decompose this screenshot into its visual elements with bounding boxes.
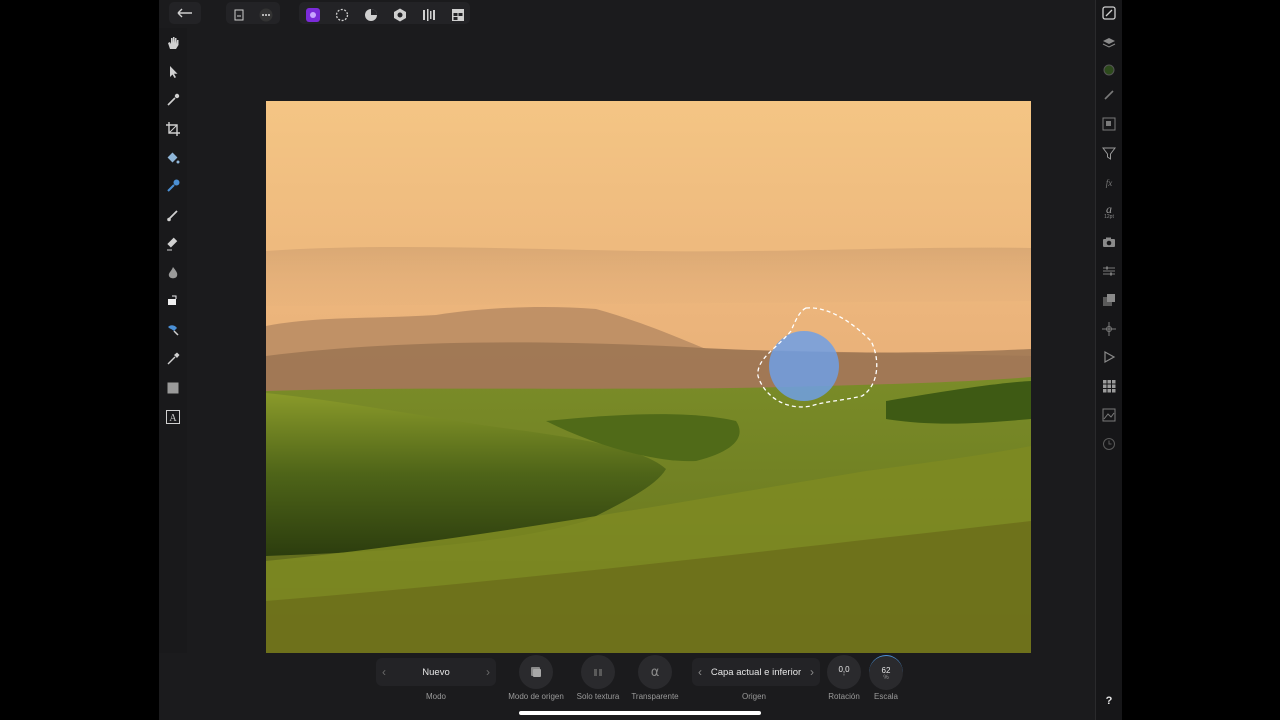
document-actions — [226, 2, 280, 24]
rectangle-icon[interactable] — [165, 380, 181, 396]
selection-brush-icon[interactable] — [165, 178, 181, 194]
hand-icon[interactable] — [165, 35, 181, 51]
export-persona-icon[interactable] — [418, 4, 440, 26]
layers-icon[interactable] — [1101, 35, 1117, 51]
rotation-label: Rotación — [828, 692, 860, 701]
channels-icon[interactable] — [1101, 292, 1117, 308]
color-picker-icon[interactable] — [165, 92, 181, 108]
mode-label: Modo — [425, 692, 446, 701]
navigator-icon[interactable] — [1101, 116, 1117, 132]
arrow-left-icon — [177, 8, 192, 18]
landscape-photo — [266, 101, 1031, 653]
healing-icon[interactable] — [165, 322, 181, 338]
scale-unit: % — [883, 674, 889, 681]
pen-icon[interactable] — [165, 351, 181, 367]
scale-value: 62 — [881, 665, 891, 675]
studio-panel: fx a 12pt ? — [1095, 0, 1122, 720]
help-button[interactable]: ? — [1101, 693, 1117, 709]
stock-icon[interactable] — [1101, 378, 1117, 394]
move-icon[interactable] — [165, 64, 181, 80]
origin-label: Origen — [741, 692, 766, 701]
chevron-right-icon[interactable]: › — [810, 665, 814, 679]
chevron-left-icon[interactable]: ‹ — [382, 665, 386, 679]
context-toolbar — [159, 653, 1095, 720]
color-icon[interactable] — [1101, 62, 1117, 78]
develop-persona-icon[interactable] — [360, 4, 382, 26]
paint-brush-icon[interactable] — [165, 207, 181, 223]
document-icon[interactable] — [228, 4, 250, 26]
burn-icon[interactable] — [165, 265, 181, 281]
origin-mode-button[interactable] — [519, 655, 553, 689]
origin-selector[interactable]: ‹ Capa actual e inferior › — [692, 658, 820, 686]
image-icon[interactable] — [1101, 407, 1117, 423]
back-button[interactable] — [169, 2, 201, 24]
tools-panel: A — [159, 28, 187, 720]
chevron-right-icon[interactable]: › — [486, 665, 490, 679]
photo-persona-icon[interactable] — [302, 4, 324, 26]
transparent-label: Transparente — [631, 692, 679, 701]
home-indicator[interactable] — [519, 711, 761, 715]
liquify-persona-icon[interactable] — [331, 4, 353, 26]
brushes-icon[interactable] — [1101, 87, 1117, 103]
fx-icon[interactable]: fx — [1101, 174, 1117, 190]
scale-label: Escala — [873, 692, 898, 701]
text-styles-icon[interactable]: a 12pt — [1101, 200, 1117, 222]
clone-icon[interactable] — [165, 293, 181, 309]
rotation-unit: ° — [842, 673, 846, 680]
ellipsis-icon[interactable] — [255, 4, 277, 26]
svg-text:fx: fx — [1106, 178, 1113, 188]
rotation-value: 0,0 — [838, 664, 850, 674]
origin-value: Capa actual e inferior — [710, 666, 802, 678]
origin-mode-label: Modo de origen — [508, 692, 564, 701]
adjustments-icon[interactable] — [1101, 263, 1117, 279]
play-icon[interactable] — [1101, 349, 1117, 365]
tone-map-persona-icon[interactable] — [389, 4, 411, 26]
svg-text:A: A — [169, 413, 177, 424]
camera-icon[interactable] — [1101, 234, 1117, 250]
chevron-left-icon[interactable]: ‹ — [698, 665, 702, 679]
mode-value: Nuevo — [422, 666, 450, 678]
svg-text:a: a — [1106, 202, 1112, 214]
filter-icon[interactable] — [1101, 145, 1117, 161]
grid-layout-icon[interactable] — [447, 4, 469, 26]
texture-only-label: Solo textura — [576, 692, 620, 701]
fill-icon[interactable] — [165, 150, 181, 166]
texture-only-button[interactable] — [581, 655, 615, 689]
text-style-size: 12pt — [1104, 214, 1114, 220]
mode-selector[interactable]: ‹ Nuevo › — [376, 658, 496, 686]
transform-icon[interactable] — [1101, 321, 1117, 337]
crop-icon[interactable] — [165, 121, 181, 137]
clock-icon[interactable] — [1101, 436, 1117, 452]
alpha-icon: α — [650, 664, 660, 680]
document-canvas[interactable] — [266, 101, 1031, 653]
history-icon[interactable] — [1101, 5, 1117, 21]
persona-switcher — [299, 2, 470, 24]
scale-dial[interactable]: 62 % — [869, 655, 903, 690]
transparent-button[interactable]: α — [638, 655, 672, 689]
texture-icon — [594, 669, 602, 676]
text-icon[interactable]: A — [165, 409, 181, 425]
eraser-icon[interactable] — [165, 236, 181, 252]
top-toolbar — [159, 0, 1095, 28]
rotation-dial[interactable]: 0,0 ° — [827, 655, 861, 689]
copy-layer-icon — [531, 667, 541, 677]
